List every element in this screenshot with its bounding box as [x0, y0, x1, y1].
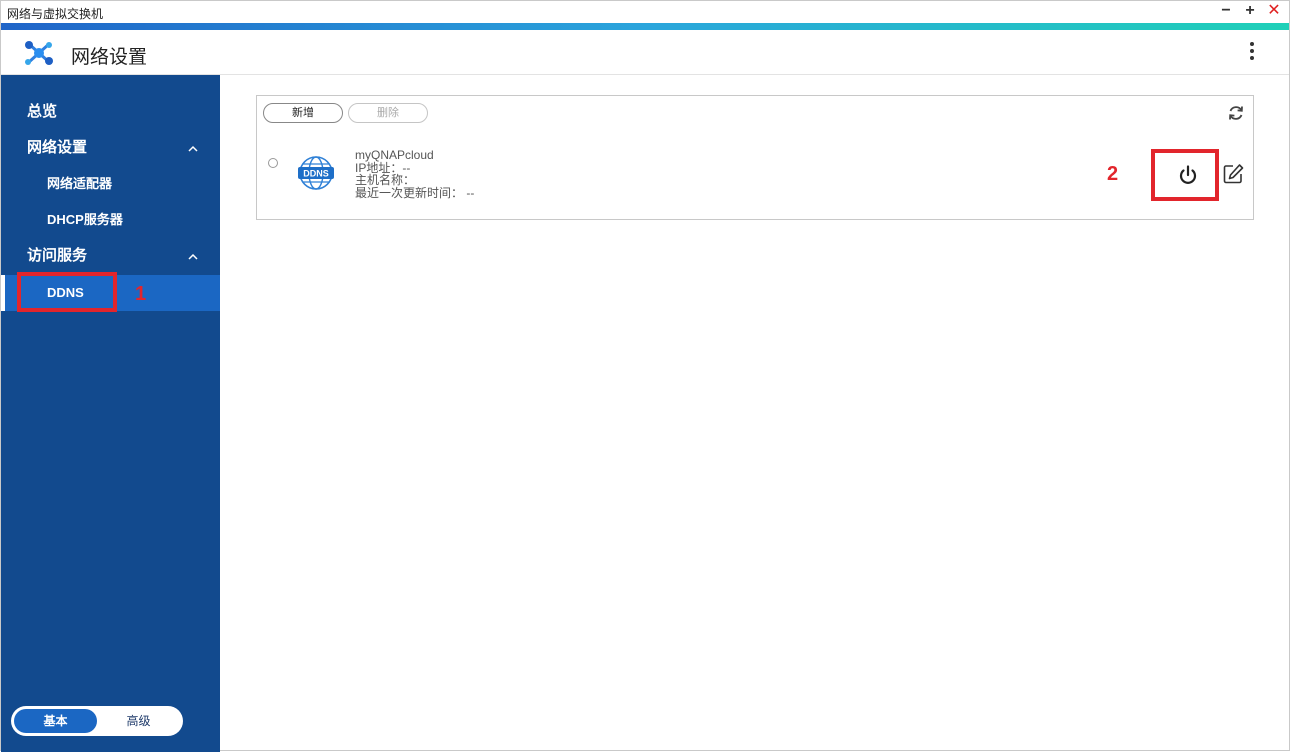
ddns-host-name: 主机名称： [355, 173, 416, 187]
sidebar-item-label: 网络设置 [27, 139, 88, 156]
select-radio[interactable] [268, 158, 278, 168]
sidebar-item-label: 访问服务 [27, 247, 88, 264]
ddns-list-item: DDNS myQNAPcloud IP地址：-- 主机名称： 最近一次更新时间：… [256, 129, 1254, 220]
sidebar-item-label: 总览 [27, 103, 58, 120]
page-title: 网络设置 [71, 47, 148, 68]
sidebar-group-network-settings[interactable]: 网络设置 [1, 130, 220, 166]
sidebar-item-label: 网络适配器 [47, 176, 113, 191]
sidebar-item-network-adapter[interactable]: 网络适配器 [1, 166, 220, 202]
ddns-toolbar: 新增 删除 [256, 95, 1254, 130]
annotation-box-step1 [17, 272, 117, 312]
app-window: 网络与虚拟交换机 − + ✕ 网络设置 总览 网络设置 网络适配器 DHCP服务… [0, 0, 1290, 752]
sidebar-item-label: DHCP服务器 [47, 212, 123, 227]
ddns-last-update: 最近一次更新时间： -- [355, 185, 475, 200]
chevron-up-icon [188, 253, 198, 260]
annotation-number-step1: 1 [135, 283, 147, 305]
sidebar-item-overview[interactable]: 总览 [1, 94, 220, 130]
mode-basic-button[interactable]: 基本 [14, 709, 97, 733]
refresh-icon[interactable] [1227, 104, 1245, 122]
ddns-logo-text: DDNS [303, 169, 329, 179]
annotation-number-step2: 2 [1107, 163, 1119, 185]
minimize-button[interactable]: − [1219, 3, 1233, 19]
edit-icon[interactable] [1222, 163, 1244, 185]
window-title: 网络与虚拟交换机 [7, 7, 104, 21]
mode-advanced-button[interactable]: 高级 [97, 709, 180, 733]
delete-button[interactable]: 删除 [348, 103, 428, 123]
close-button[interactable]: ✕ [1267, 3, 1281, 19]
network-settings-icon [25, 41, 53, 65]
add-button[interactable]: 新增 [263, 103, 343, 123]
title-bar: 网络与虚拟交换机 − + ✕ [1, 1, 1289, 23]
chevron-up-icon [188, 145, 198, 152]
sidebar: 总览 网络设置 网络适配器 DHCP服务器 访问服务 DDNS 基本 高级 [1, 75, 220, 752]
sidebar-group-access-services[interactable]: 访问服务 [1, 238, 220, 274]
ddns-entry-info: myQNAPcloud IP地址：-- 主机名称： 最近一次更新时间： -- [355, 149, 474, 199]
ddns-service-name: myQNAPcloud [355, 148, 434, 162]
ddns-globe-icon: DDNS [298, 156, 334, 190]
mode-toggle: 基本 高级 [11, 706, 183, 736]
annotation-box-step2 [1151, 149, 1219, 201]
window-controls: − + ✕ [1219, 3, 1281, 19]
sidebar-item-dhcp-server[interactable]: DHCP服务器 [1, 202, 220, 238]
maximize-button[interactable]: + [1243, 3, 1257, 19]
app-header: 网络设置 [1, 30, 1289, 75]
title-gradient-bar [1, 23, 1289, 30]
kebab-menu-icon[interactable] [1249, 42, 1255, 64]
